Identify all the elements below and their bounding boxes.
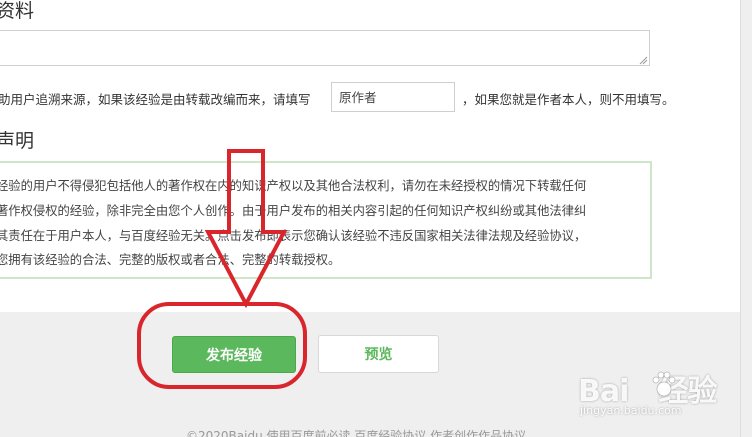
statement-line: 您拥有该经验的合法、完整的版权或者合法、完整的转载授权。 bbox=[0, 253, 341, 267]
source-hint-text-suffix: ，如果您就是作者本人，则不用填写。 bbox=[462, 92, 675, 107]
copyright-statement-box: 经验的用户不得侵犯包括他人的著作权在内的知识产权以及其他合法权利，请勿在未经授权… bbox=[0, 161, 652, 279]
resize-grip-icon[interactable] bbox=[638, 55, 648, 65]
preview-button[interactable]: 预览 bbox=[318, 335, 439, 373]
scrollbar-track[interactable] bbox=[740, 0, 752, 437]
statement-line: 经验的用户不得侵犯包括他人的著作权在内的知识产权以及其他合法权利，请勿在未经授权… bbox=[0, 179, 587, 193]
form-panel: 资料 助用户追溯来源，如果该经验是由转载改编而来，请填写 ，如果您就是作者本人，… bbox=[0, 0, 752, 312]
section-title-statement: 声明 bbox=[0, 130, 35, 152]
footer-links: ©2020Baidu 使用百度前必读 百度经验协议 作者创作作品协议 bbox=[186, 429, 527, 437]
material-textarea[interactable] bbox=[0, 30, 650, 66]
action-bar bbox=[0, 312, 740, 437]
source-hint-text: 助用户追溯来源，如果该经验是由转载改编而来，请填写 bbox=[0, 92, 311, 107]
section-title-material: 资料 bbox=[0, 0, 35, 22]
publish-button[interactable]: 发布经验 bbox=[172, 336, 296, 373]
statement-line: 著作权侵权的经验，除非完全由您个人创作。由于用户发布的相关内容引起的任何知识产权… bbox=[0, 204, 587, 218]
statement-line: 其责任在于用户本人，与百度经验无关。点击发布即表示您确认该经验不违反国家相关法律… bbox=[0, 229, 587, 243]
original-author-input[interactable] bbox=[331, 82, 455, 112]
